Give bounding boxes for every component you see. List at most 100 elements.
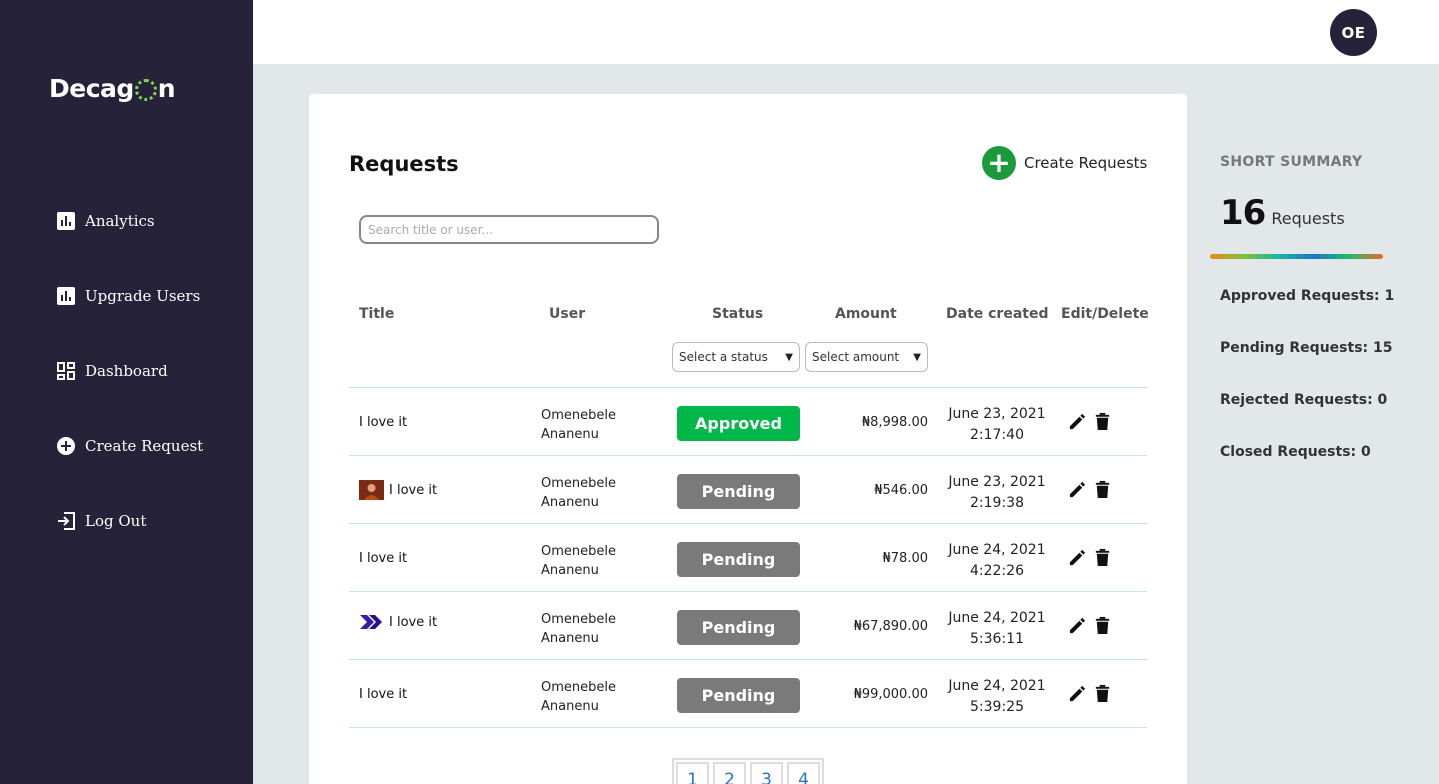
- row-date: June 24, 2021 4:22:26: [935, 540, 1059, 582]
- sidebar-item-label: Create Request: [85, 437, 204, 455]
- row-date-day: June 23, 2021: [948, 474, 1046, 490]
- search-input[interactable]: [359, 215, 659, 244]
- row-actions: [1068, 480, 1112, 500]
- status-badge: Approved: [677, 406, 800, 441]
- row-actions: [1068, 684, 1112, 704]
- sidebar-item-label: Upgrade Users: [85, 287, 201, 305]
- status-filter-select[interactable]: Select a status ▼: [672, 342, 800, 372]
- chevron-down-icon: ▼: [785, 351, 793, 363]
- row-user-first: Omenebele: [541, 544, 616, 559]
- logo-ring-icon: [134, 78, 157, 101]
- row-title: I love it: [359, 660, 407, 728]
- row-date: June 23, 2021 2:17:40: [935, 404, 1059, 446]
- row-date-day: June 24, 2021: [948, 542, 1046, 558]
- row-date: June 24, 2021 5:39:25: [935, 676, 1059, 718]
- row-user-last: Ananenu: [541, 495, 599, 510]
- pagination: 1 2 3 4: [672, 758, 824, 784]
- row-title-text: I love it: [389, 482, 438, 498]
- edit-pencil-icon[interactable]: [1068, 480, 1087, 500]
- row-amount: ₦67,890.00: [853, 618, 928, 634]
- row-user: Omenebele Ananenu: [541, 610, 616, 648]
- row-title-text: I love it: [359, 414, 408, 430]
- sidebar-item-dashboard[interactable]: Dashboard: [57, 362, 168, 380]
- row-user-last: Ananenu: [541, 563, 599, 578]
- row-actions: [1068, 548, 1112, 568]
- summary-pending: Pending Requests: 15: [1220, 340, 1393, 356]
- photo-thumbnail-icon: [359, 480, 384, 500]
- top-bar: OE: [253, 0, 1439, 64]
- row-title-text: I love it: [389, 614, 438, 630]
- logout-icon: [57, 512, 75, 530]
- create-requests-label: Create Requests: [1024, 154, 1148, 172]
- summary-total: 16 Requests: [1220, 193, 1345, 233]
- summary-closed: Closed Requests: 0: [1220, 444, 1371, 460]
- row-title: I love it: [359, 456, 437, 524]
- page-link-2[interactable]: 2: [713, 762, 746, 784]
- edit-pencil-icon[interactable]: [1068, 412, 1087, 432]
- brand-name-prefix: Decag: [49, 74, 134, 103]
- edit-pencil-icon[interactable]: [1068, 616, 1087, 636]
- row-title: I love it: [359, 524, 407, 592]
- row-amount: ₦99,000.00: [853, 686, 928, 702]
- sidebar-item-create-request[interactable]: Create Request: [57, 437, 203, 455]
- summary-total-label: Requests: [1271, 209, 1345, 228]
- row-title: I love it: [359, 588, 437, 656]
- column-header-date: Date created: [946, 306, 1049, 322]
- delete-trash-icon[interactable]: [1093, 684, 1112, 704]
- requests-card: Requests + Create Requests Title User St…: [309, 94, 1187, 784]
- row-date-time: 2:19:38: [970, 495, 1024, 511]
- row-date: June 24, 2021 5:36:11: [935, 608, 1059, 650]
- sidebar-item-analytics[interactable]: Analytics: [57, 212, 155, 230]
- row-date-time: 2:17:40: [970, 427, 1024, 443]
- sidebar: Decag n Analytics Upgrade Users Dashboard…: [0, 0, 253, 784]
- plus-circle-icon: [57, 437, 75, 455]
- row-date-time: 5:36:11: [970, 631, 1024, 647]
- double-chevron-icon: [360, 615, 382, 629]
- row-user-first: Omenebele: [541, 408, 616, 423]
- summary-title: SHORT SUMMARY: [1220, 154, 1363, 170]
- row-amount: ₦78.00: [882, 550, 929, 566]
- dashboard-grid-icon: [57, 362, 75, 380]
- column-header-amount: Amount: [835, 306, 897, 322]
- bar-chart-icon: [57, 287, 75, 305]
- table-row[interactable]: I love it Omenebele Ananenu Pending ₦78.0…: [349, 524, 1147, 592]
- row-date-time: 5:39:25: [970, 699, 1024, 715]
- column-header-edit-delete: Edit/Delete: [1061, 306, 1149, 322]
- chevron-down-icon: ▼: [913, 351, 921, 363]
- summary-approved: Approved Requests: 1: [1220, 288, 1395, 304]
- edit-pencil-icon[interactable]: [1068, 684, 1087, 704]
- sidebar-item-log-out[interactable]: Log Out: [57, 512, 146, 530]
- status-badge: Pending: [677, 678, 800, 713]
- amount-filter-select[interactable]: Select amount ▼: [805, 342, 928, 372]
- column-header-title: Title: [359, 306, 395, 322]
- row-date-day: June 24, 2021: [948, 610, 1046, 626]
- sidebar-item-upgrade-users[interactable]: Upgrade Users: [57, 287, 200, 305]
- status-filter-value: Select a status: [679, 350, 768, 364]
- row-user-last: Ananenu: [541, 699, 599, 714]
- row-amount: ₦8,998.00: [861, 414, 928, 430]
- page-link-4[interactable]: 4: [787, 762, 820, 784]
- page-link-3[interactable]: 3: [750, 762, 783, 784]
- table-row[interactable]: I love it Omenebele Ananenu Pending ₦546.…: [349, 456, 1147, 524]
- delete-trash-icon[interactable]: [1093, 412, 1112, 432]
- row-user-first: Omenebele: [541, 680, 616, 695]
- avatar[interactable]: OE: [1330, 9, 1377, 56]
- brand-logo[interactable]: Decag n: [49, 74, 176, 103]
- edit-pencil-icon[interactable]: [1068, 548, 1087, 568]
- summary-rejected: Rejected Requests: 0: [1220, 392, 1388, 408]
- bar-chart-icon: [57, 212, 75, 230]
- table-row[interactable]: I love it Omenebele Ananenu Approved ₦8,9…: [349, 388, 1147, 456]
- page-link-1[interactable]: 1: [676, 762, 709, 784]
- summary-total-number: 16: [1220, 193, 1266, 233]
- column-header-status: Status: [712, 306, 764, 322]
- row-date: June 23, 2021 2:19:38: [935, 472, 1059, 514]
- row-user: Omenebele Ananenu: [541, 406, 616, 444]
- delete-trash-icon[interactable]: [1093, 548, 1112, 568]
- delete-trash-icon[interactable]: [1093, 616, 1112, 636]
- create-requests-button[interactable]: + Create Requests: [982, 146, 1147, 180]
- row-user: Omenebele Ananenu: [541, 678, 616, 716]
- brand-name-suffix: n: [157, 74, 176, 103]
- table-row[interactable]: I love it Omenebele Ananenu Pending ₦99,0…: [349, 660, 1147, 728]
- delete-trash-icon[interactable]: [1093, 480, 1112, 500]
- table-row[interactable]: I love it Omenebele Ananenu Pending ₦67,8…: [349, 592, 1147, 660]
